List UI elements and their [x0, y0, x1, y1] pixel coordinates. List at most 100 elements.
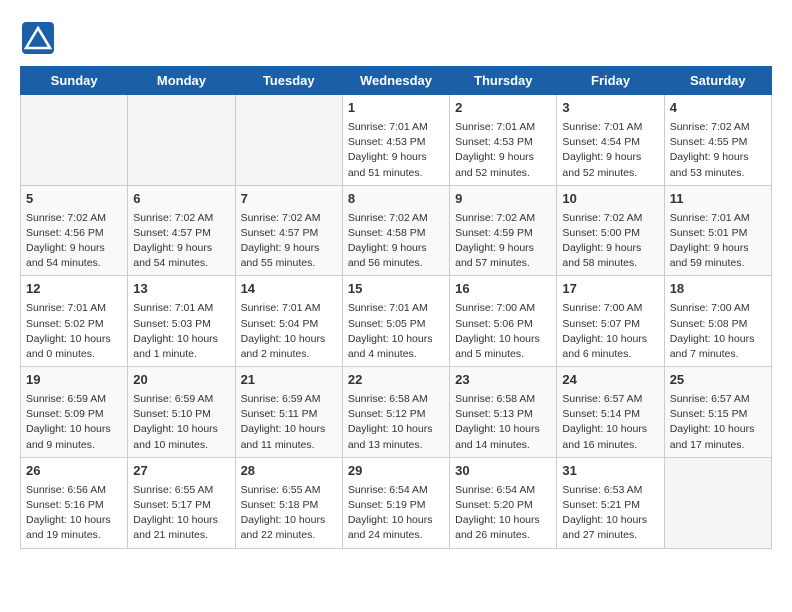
calendar-cell: 27 Sunrise: 6:55 AMSunset: 5:17 PMDayligh… — [128, 457, 235, 548]
day-info: Daylight: 9 hours and 58 minutes. — [562, 241, 658, 271]
day-number: 17 — [562, 280, 658, 299]
day-info: Daylight: 9 hours and 59 minutes. — [670, 241, 766, 271]
day-number: 28 — [241, 462, 337, 481]
day-info: Sunset: 5:11 PM — [241, 407, 337, 422]
day-info: Daylight: 10 hours and 21 minutes. — [133, 513, 229, 543]
calendar-cell: 28Sunrise: 6:55 AMSunset: 5:18 PMDayligh… — [235, 457, 342, 548]
calendar-cell: 9Sunrise: 7:02 AMSunset: 4:59 PMDaylight… — [450, 185, 557, 276]
day-info: Sunset: 5:01 PM — [670, 226, 766, 241]
day-number: 14 — [241, 280, 337, 299]
day-info: Daylight: 9 hours and 55 minutes. — [241, 241, 337, 271]
day-info: Sunset: 5:12 PM — [348, 407, 444, 422]
calendar-cell: 10Sunrise: 7:02 AMSunset: 5:00 PMDayligh… — [557, 185, 664, 276]
calendar-cell: 22Sunrise: 6:58 AMSunset: 5:12 PMDayligh… — [342, 367, 449, 458]
day-info: Daylight: 9 hours and 52 minutes. — [562, 150, 658, 180]
day-info: Sunrise: 7:02 AM — [133, 211, 229, 226]
day-info: Daylight: 10 hours and 7 minutes. — [670, 332, 766, 362]
day-info: Daylight: 9 hours and 52 minutes. — [455, 150, 551, 180]
day-info: Sunrise: 7:02 AM — [348, 211, 444, 226]
day-info: Daylight: 9 hours and 53 minutes. — [670, 150, 766, 180]
day-info: Sunrise: 7:01 AM — [348, 301, 444, 316]
calendar-cell: 2 Sunrise: 7:01 AMSunset: 4:53 PMDaylight… — [450, 95, 557, 186]
day-info: Sunset: 5:09 PM — [26, 407, 122, 422]
day-info: Sunset: 5:08 PM — [670, 317, 766, 332]
day-info: Sunset: 5:17 PM — [133, 498, 229, 513]
weekday-header-sunday: Sunday — [21, 67, 128, 95]
day-info: Sunrise: 7:01 AM — [26, 301, 122, 316]
day-info: Sunrise: 7:02 AM — [241, 211, 337, 226]
day-info: Daylight: 10 hours and 26 minutes. — [455, 513, 551, 543]
day-info: Sunrise: 6:53 AM — [562, 483, 658, 498]
day-info: Sunrise: 6:54 AM — [455, 483, 551, 498]
calendar-cell: 13Sunrise: 7:01 AMSunset: 5:03 PMDayligh… — [128, 276, 235, 367]
day-info: Sunrise: 7:01 AM — [241, 301, 337, 316]
day-info: Daylight: 10 hours and 1 minute. — [133, 332, 229, 362]
day-info: Sunset: 5:13 PM — [455, 407, 551, 422]
day-info: Sunrise: 6:57 AM — [670, 392, 766, 407]
day-info: Daylight: 10 hours and 9 minutes. — [26, 422, 122, 452]
day-number: 5 — [26, 190, 122, 209]
calendar-cell: 23Sunrise: 6:58 AMSunset: 5:13 PMDayligh… — [450, 367, 557, 458]
calendar-cell: 21Sunrise: 6:59 AMSunset: 5:11 PMDayligh… — [235, 367, 342, 458]
day-info: Sunrise: 6:59 AM — [133, 392, 229, 407]
day-info: Daylight: 10 hours and 4 minutes. — [348, 332, 444, 362]
day-info: Sunrise: 6:55 AM — [133, 483, 229, 498]
calendar-cell: 16Sunrise: 7:00 AMSunset: 5:06 PMDayligh… — [450, 276, 557, 367]
day-info: Sunrise: 7:00 AM — [670, 301, 766, 316]
day-info: Daylight: 10 hours and 17 minutes. — [670, 422, 766, 452]
day-number: 27 — [133, 462, 229, 481]
day-info: Daylight: 9 hours and 54 minutes. — [26, 241, 122, 271]
day-info: Sunrise: 7:02 AM — [26, 211, 122, 226]
day-info: Sunset: 4:53 PM — [348, 135, 444, 150]
day-info: Sunset: 5:14 PM — [562, 407, 658, 422]
day-info: Sunrise: 6:56 AM — [26, 483, 122, 498]
day-info: Sunrise: 7:01 AM — [562, 120, 658, 135]
day-number: 4 — [670, 99, 766, 118]
day-number: 1 — [348, 99, 444, 118]
day-info: Daylight: 9 hours and 51 minutes. — [348, 150, 444, 180]
day-info: Daylight: 10 hours and 14 minutes. — [455, 422, 551, 452]
day-info: Sunrise: 7:00 AM — [455, 301, 551, 316]
calendar-cell — [128, 95, 235, 186]
day-info: Sunrise: 6:54 AM — [348, 483, 444, 498]
day-info: Sunrise: 6:55 AM — [241, 483, 337, 498]
day-info: Daylight: 10 hours and 2 minutes. — [241, 332, 337, 362]
weekday-header-saturday: Saturday — [664, 67, 771, 95]
day-info: Daylight: 10 hours and 11 minutes. — [241, 422, 337, 452]
day-info: Sunset: 5:16 PM — [26, 498, 122, 513]
day-number: 19 — [26, 371, 122, 390]
calendar-cell: 3Sunrise: 7:01 AMSunset: 4:54 PMDaylight… — [557, 95, 664, 186]
day-info: Sunset: 4:57 PM — [241, 226, 337, 241]
day-info: Sunset: 5:19 PM — [348, 498, 444, 513]
day-number: 9 — [455, 190, 551, 209]
day-info: Sunset: 5:18 PM — [241, 498, 337, 513]
day-info: Sunrise: 7:00 AM — [562, 301, 658, 316]
calendar-cell: 4Sunrise: 7:02 AMSunset: 4:55 PMDaylight… — [664, 95, 771, 186]
calendar-cell: 29Sunrise: 6:54 AMSunset: 5:19 PMDayligh… — [342, 457, 449, 548]
logo — [20, 20, 60, 56]
day-info: Sunset: 4:59 PM — [455, 226, 551, 241]
day-info: Sunrise: 7:01 AM — [455, 120, 551, 135]
day-number: 20 — [133, 371, 229, 390]
day-info: Sunset: 5:00 PM — [562, 226, 658, 241]
day-number: 25 — [670, 371, 766, 390]
day-info: Sunset: 5:05 PM — [348, 317, 444, 332]
calendar-cell: 18Sunrise: 7:00 AMSunset: 5:08 PMDayligh… — [664, 276, 771, 367]
day-number: 23 — [455, 371, 551, 390]
logo-icon — [20, 20, 56, 56]
day-number: 29 — [348, 462, 444, 481]
day-number: 12 — [26, 280, 122, 299]
day-info: Sunset: 5:02 PM — [26, 317, 122, 332]
day-info: Sunset: 4:53 PM — [455, 135, 551, 150]
calendar-cell — [664, 457, 771, 548]
day-info: Sunrise: 6:59 AM — [26, 392, 122, 407]
day-info: Sunrise: 6:58 AM — [348, 392, 444, 407]
weekday-header-thursday: Thursday — [450, 67, 557, 95]
weekday-header-monday: Monday — [128, 67, 235, 95]
day-number: 2 — [455, 99, 551, 118]
calendar-cell: 15 Sunrise: 7:01 AMSunset: 5:05 PMDayligh… — [342, 276, 449, 367]
day-info: Daylight: 10 hours and 10 minutes. — [133, 422, 229, 452]
day-info: Daylight: 9 hours and 54 minutes. — [133, 241, 229, 271]
day-info: Daylight: 10 hours and 16 minutes. — [562, 422, 658, 452]
day-number: 15 — [348, 280, 444, 299]
